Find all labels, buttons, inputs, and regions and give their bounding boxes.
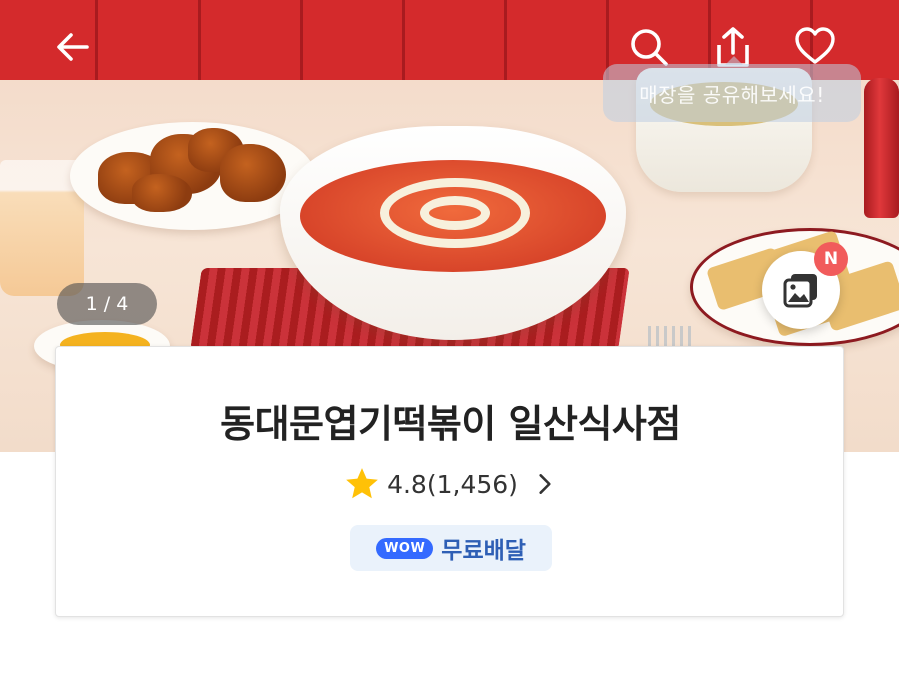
pepper-mill: [864, 78, 899, 218]
photo-gallery-icon: [783, 274, 817, 308]
free-delivery-label: 무료배달: [441, 538, 526, 564]
chicken-plate: [70, 122, 315, 230]
arrow-left-icon: [57, 33, 89, 61]
free-delivery-badge: WOW 무료배달: [350, 525, 552, 571]
search-icon: [631, 29, 668, 66]
share-tooltip-text: 매장을 공유해보세요!: [639, 82, 825, 107]
rating-link[interactable]: 4.8(1,456): [56, 465, 845, 503]
back-button[interactable]: [48, 22, 98, 72]
rating-text: 4.8(1,456): [387, 469, 518, 499]
store-info-card: 동대문엽기떡볶이 일산식사점 4.8(1,456) WOW 무료배달: [55, 346, 844, 617]
heart-icon: [795, 27, 835, 64]
image-counter: 1 / 4: [57, 283, 157, 325]
star-icon: [346, 468, 378, 499]
share-tooltip: 매장을 공유해보세요!: [603, 56, 861, 122]
store-name: 동대문엽기떡볶이 일산식사점: [220, 402, 681, 446]
cheese-swirl-inner: [420, 196, 490, 230]
wow-badge: WOW: [376, 537, 434, 559]
chevron-right-icon: [539, 474, 551, 494]
new-badge: N: [814, 242, 848, 276]
